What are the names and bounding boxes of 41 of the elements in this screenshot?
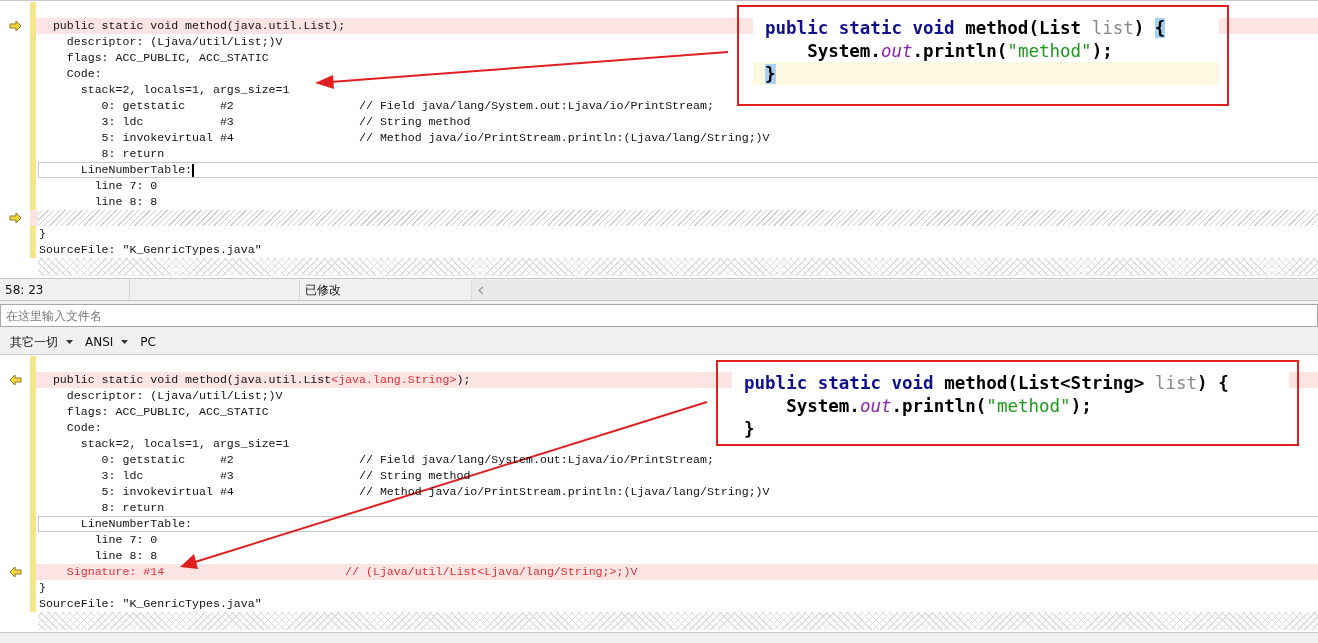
code-line: 8: return [100,147,165,161]
modified-status: 已修改 [305,281,341,299]
code-line: } [39,227,46,241]
snippet-line: } [744,418,755,439]
code-line: flags: ACC_PUBLIC, ACC_STATIC [65,405,269,419]
code-line: LineNumberTable: [79,163,193,177]
code-line: 0: getstatic #2 // Field java/lang/System.out:Ljava/io/PrintStream; [100,99,714,113]
cursor-position: 58: 23 [5,283,44,297]
toolbar-dropdown[interactable]: 其它一切 [10,333,73,351]
toolbar-dropdown[interactable]: PC [140,335,156,349]
code-line: 3: ldc #3 // String method [100,469,471,483]
code-line: 5: invokevirtual #4 // Method java/io/PrintStream.println:(Ljava/lang/String;)V [100,485,770,499]
code-line: stack=2, locals=1, args_size=1 [79,83,290,97]
code-line: LineNumberTable: [79,517,193,531]
code-line: public static void method(java.util.List); [51,19,346,33]
horizontal-scrollbar[interactable] [472,280,1318,300]
snippet-line: System.out.println("method"); [806,40,1113,61]
code-line: Code: [65,421,102,435]
filename-field[interactable]: 在这里输入文件名 [0,304,1318,327]
code-line: public static void method(java.util.List<java.lang.String>); [51,373,471,387]
code-line: 8: return [100,501,165,515]
code-line: SourceFile: "K_GenricTypes.java" [39,243,262,257]
code-line: } [39,581,46,595]
code-line: SourceFile: "K_GenricTypes.java" [39,597,262,611]
code-line: flags: ACC_PUBLIC, ACC_STATIC [65,51,269,65]
code-line: descriptor: (Ljava/util/List;)V [65,35,283,49]
code-line: line 8: 8 [93,195,158,209]
snippet-line: public static void method(List list) { [765,17,1166,38]
code-line: stack=2, locals=1, args_size=1 [79,437,290,451]
snippet-line: System.out.println("method"); [785,395,1092,416]
code-line: 5: invokevirtual #4 // Method java/io/PrintStream.println:(Ljava/lang/String;)V [100,131,770,145]
code-line: Code: [65,67,102,81]
scroll-left-icon[interactable] [478,285,484,295]
toolbar-dropdown[interactable]: ANSI [85,335,129,349]
code-line: Signature: #14 // (Ljava/util/List<Ljava/lang/String;>;)V [65,565,638,579]
code-line: descriptor: (Ljava/util/List;)V [65,389,283,403]
code-line: line 7: 0 [93,533,158,547]
code-line: line 7: 0 [93,179,158,193]
code-line: line 8: 8 [93,549,158,563]
code-line: 3: ldc #3 // String method [100,115,471,129]
snippet-line: public static void method(List<String> list) { [744,372,1229,393]
